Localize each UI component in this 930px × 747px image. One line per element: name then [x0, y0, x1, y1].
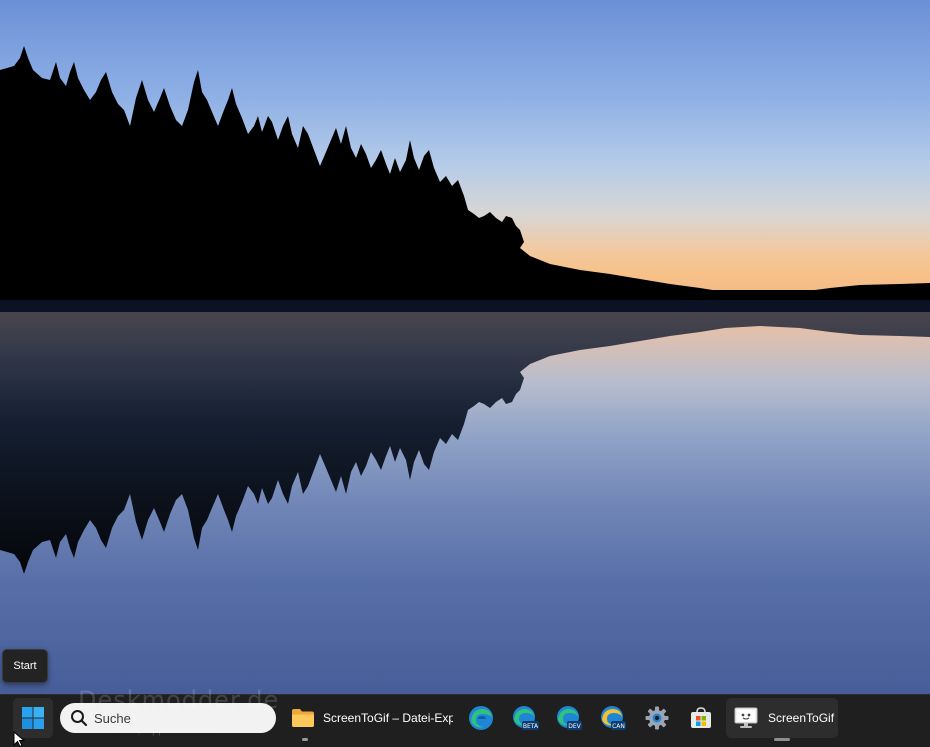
running-indicator	[302, 738, 308, 741]
taskbar-settings[interactable]	[637, 698, 677, 738]
start-tooltip: Start	[2, 649, 48, 683]
edge-icon	[469, 706, 493, 730]
store-icon	[691, 707, 711, 728]
taskbar-edge[interactable]	[461, 698, 501, 738]
taskbar: Suche ScreenToGif – Datei-Explorer BETA	[0, 694, 930, 747]
taskbar-screentogif[interactable]: ScreenToGif	[726, 698, 838, 741]
taskbar-edge-canary[interactable]: CAN	[593, 698, 633, 738]
desktop-wallpaper	[0, 0, 930, 694]
taskbar-edge-beta[interactable]: BETA	[505, 698, 545, 738]
edge-canary-badge: CAN	[612, 723, 625, 730]
screentogif-icon	[734, 707, 758, 728]
search-box[interactable]: Suche	[60, 703, 276, 733]
edge-dev-icon: DEV	[557, 706, 582, 730]
windows-logo-icon	[22, 707, 44, 729]
mouse-cursor-icon	[13, 731, 25, 747]
gear-icon	[645, 706, 669, 730]
taskbar-microsoft-store[interactable]	[681, 698, 721, 738]
search-label: Suche	[94, 710, 131, 726]
taskbar-file-explorer[interactable]: ScreenToGif – Datei-Explorer	[283, 698, 453, 741]
edge-canary-icon: CAN	[601, 706, 626, 730]
edge-dev-badge: DEV	[568, 723, 581, 730]
screentogif-label: ScreenToGif	[768, 711, 835, 725]
file-explorer-label: ScreenToGif – Datei-Explorer	[323, 711, 453, 725]
edge-beta-badge: BETA	[523, 723, 539, 730]
forest-silhouette	[0, 46, 930, 694]
taskbar-edge-dev[interactable]: DEV	[549, 698, 589, 738]
search-icon	[71, 710, 88, 727]
edge-beta-icon: BETA	[513, 706, 539, 730]
active-indicator	[774, 738, 790, 741]
folder-icon	[292, 709, 314, 727]
